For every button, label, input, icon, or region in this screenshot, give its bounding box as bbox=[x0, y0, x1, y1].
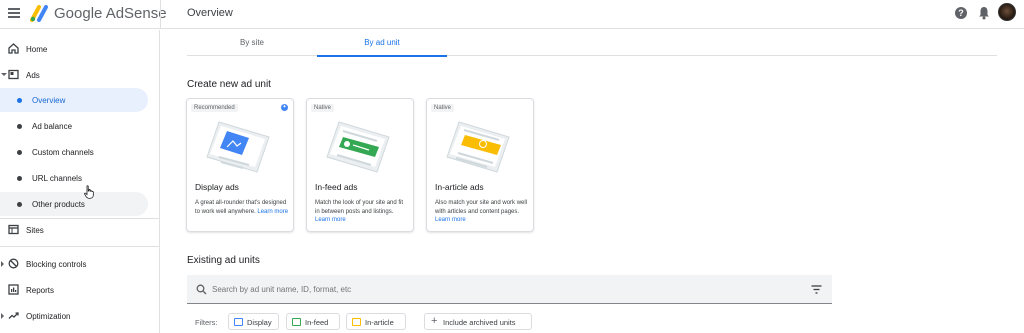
account-avatar[interactable] bbox=[998, 3, 1016, 21]
sidebar-nav: Home Ads Overview Ad balance Custom chan… bbox=[0, 30, 160, 333]
bullet-dot-icon bbox=[17, 202, 22, 207]
trending-up-icon bbox=[8, 312, 19, 319]
filter-chip-in-article[interactable]: In-article bbox=[346, 313, 406, 330]
reports-icon bbox=[8, 284, 19, 295]
brand-name[interactable]: Google AdSense bbox=[54, 5, 167, 22]
expand-caret-icon[interactable] bbox=[1, 313, 4, 319]
notifications-bell-icon[interactable] bbox=[978, 6, 990, 20]
page-title: Overview bbox=[187, 7, 233, 19]
sidebar-item-label: Ads bbox=[26, 71, 40, 80]
sidebar-item-label: Reports bbox=[26, 286, 55, 295]
sidebar-item-ads[interactable]: Ads bbox=[0, 63, 160, 87]
card-title: In-article ads bbox=[435, 182, 484, 192]
filters-label: Filters: bbox=[195, 318, 218, 327]
bullet-dot-icon bbox=[17, 124, 22, 129]
sidebar-subitem-label: URL channels bbox=[32, 174, 82, 183]
card-badge: Native bbox=[431, 104, 455, 112]
home-icon bbox=[8, 43, 19, 54]
expand-caret-icon[interactable] bbox=[1, 261, 4, 267]
sidebar-item-sites[interactable]: Sites bbox=[0, 218, 160, 242]
learn-more-link[interactable]: Learn more bbox=[257, 209, 288, 215]
bullet-dot-icon bbox=[17, 176, 22, 181]
sidebar-item-home[interactable]: Home bbox=[0, 37, 160, 61]
expand-caret-icon[interactable] bbox=[1, 73, 7, 76]
create-ad-unit-heading: Create new ad unit bbox=[187, 79, 271, 90]
learn-more-link[interactable]: Learn more bbox=[315, 217, 346, 223]
sidebar-item-label: Optimization bbox=[26, 312, 71, 321]
sidebar-subitem-url-channels[interactable]: URL channels bbox=[0, 166, 148, 190]
new-indicator-icon: ✦ bbox=[281, 104, 288, 111]
card-description: Also match your site and work well with … bbox=[435, 200, 528, 223]
tab-by-site[interactable]: By site bbox=[187, 30, 317, 56]
sites-icon bbox=[8, 224, 19, 235]
in-feed-format-icon bbox=[292, 318, 301, 326]
tab-by-ad-unit[interactable]: By ad unit bbox=[317, 30, 447, 57]
search-input[interactable] bbox=[212, 285, 772, 294]
block-icon bbox=[8, 258, 19, 269]
include-archived-units-button[interactable]: + Include archived units bbox=[424, 313, 532, 330]
ad-unit-search-bar[interactable] bbox=[187, 275, 832, 304]
ads-icon bbox=[8, 69, 19, 80]
display-ads-illustration-icon bbox=[206, 121, 270, 173]
existing-ad-units-heading: Existing ad units bbox=[187, 255, 260, 266]
sidebar-item-label: Sites bbox=[26, 226, 44, 235]
sidebar-item-label: Blocking controls bbox=[26, 260, 87, 269]
in-article-ads-illustration-icon bbox=[446, 121, 510, 173]
sidebar-subitem-label: Overview bbox=[32, 96, 66, 105]
bullet-dot-icon bbox=[17, 150, 22, 155]
sidebar-item-label: Home bbox=[26, 45, 48, 54]
top-app-bar: Google AdSense Overview ? bbox=[0, 0, 1024, 29]
display-ads-card[interactable]: Recommended ✦ Display ads A great all-ro… bbox=[186, 98, 294, 232]
sidebar-subitem-overview[interactable]: Overview bbox=[0, 88, 148, 112]
in-feed-ads-illustration-icon bbox=[326, 121, 390, 173]
sidebar-divider bbox=[0, 246, 160, 247]
menu-icon[interactable] bbox=[8, 8, 20, 18]
in-article-ads-card[interactable]: Native In-article ads Also match your si… bbox=[426, 98, 534, 232]
in-article-format-icon bbox=[352, 318, 361, 326]
card-description: A great all-rounder that's designed to w… bbox=[195, 200, 289, 215]
display-format-icon bbox=[234, 318, 243, 326]
help-icon[interactable]: ? bbox=[955, 7, 967, 19]
chip-label: Include archived units bbox=[443, 318, 516, 327]
search-icon bbox=[196, 284, 207, 295]
in-feed-ads-card[interactable]: Native In-feed ads Match the look of you… bbox=[306, 98, 414, 232]
card-badge: Recommended bbox=[191, 104, 238, 112]
bullet-dot-icon bbox=[17, 98, 22, 103]
card-title: Display ads bbox=[195, 182, 239, 192]
sidebar-subitem-other-products[interactable]: Other products bbox=[0, 192, 148, 216]
sidebar-item-blocking-controls[interactable]: Blocking controls bbox=[0, 252, 160, 276]
sidebar-subitem-label: Other products bbox=[32, 200, 85, 209]
chip-label: In-feed bbox=[305, 318, 329, 327]
filter-chip-display[interactable]: Display bbox=[228, 313, 279, 330]
learn-more-link[interactable]: Learn more bbox=[435, 217, 466, 223]
header-divider bbox=[160, 0, 161, 29]
mouse-pointer-hand-icon bbox=[84, 185, 94, 199]
chip-label: Display bbox=[247, 318, 272, 327]
chip-label: In-article bbox=[365, 318, 394, 327]
adsense-logo-icon[interactable] bbox=[30, 4, 50, 22]
add-icon: + bbox=[431, 315, 438, 327]
card-description: Match the look of your site and fit in b… bbox=[315, 200, 404, 223]
filter-chip-in-feed[interactable]: In-feed bbox=[286, 313, 340, 330]
sidebar-subitem-label: Ad balance bbox=[32, 122, 73, 131]
sidebar-subitem-label: Custom channels bbox=[32, 148, 94, 157]
sidebar-subitem-custom-channels[interactable]: Custom channels bbox=[0, 140, 148, 164]
sidebar-item-optimization[interactable]: Optimization bbox=[0, 304, 160, 328]
filter-list-icon[interactable] bbox=[811, 285, 822, 294]
view-tabs: By site By ad unit bbox=[187, 30, 997, 57]
card-title: In-feed ads bbox=[315, 182, 358, 192]
card-badge: Native bbox=[311, 104, 335, 112]
sidebar-subitem-ad-balance[interactable]: Ad balance bbox=[0, 114, 148, 138]
sidebar-item-reports[interactable]: Reports bbox=[0, 278, 160, 302]
